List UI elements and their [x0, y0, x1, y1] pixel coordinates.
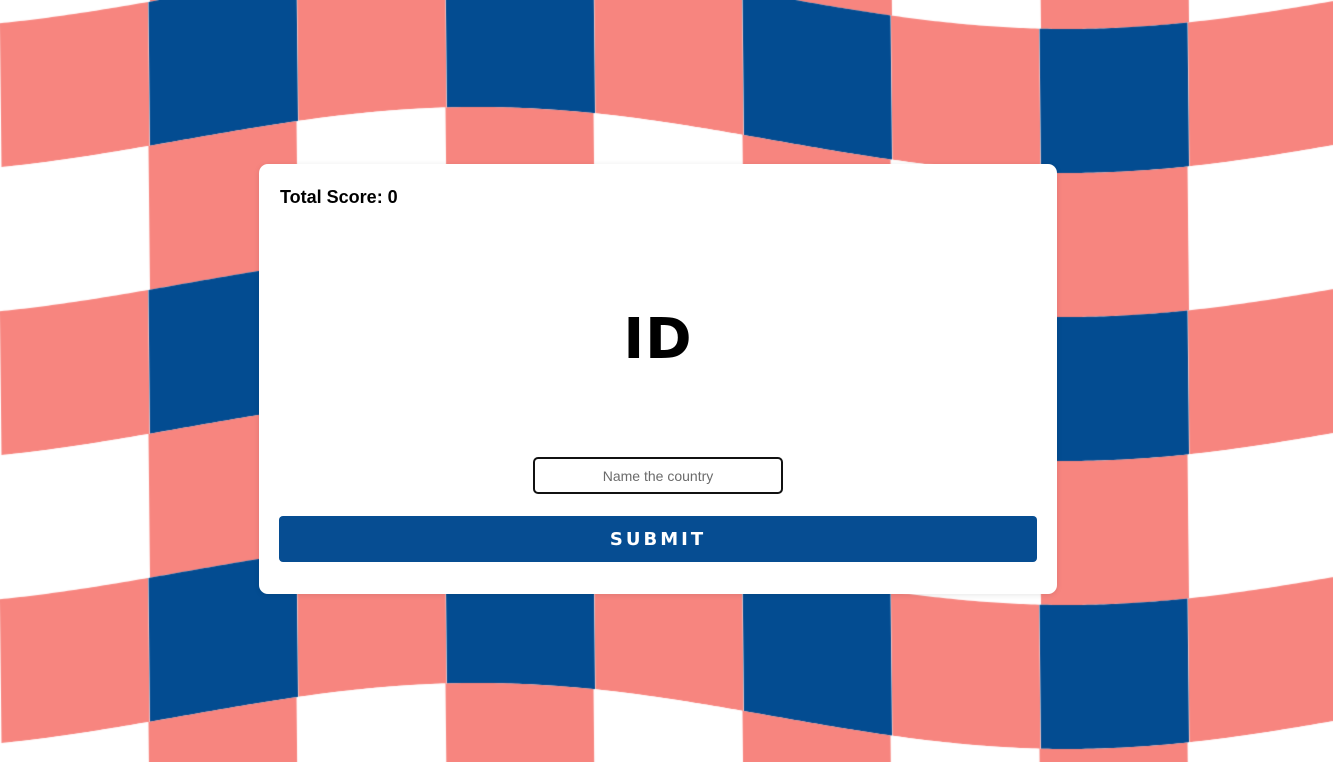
- quiz-card: Total Score: 0 ID SUBMIT: [259, 164, 1057, 594]
- submit-button[interactable]: SUBMIT: [279, 516, 1037, 562]
- country-name-input[interactable]: [533, 457, 783, 494]
- total-score: Total Score: 0: [280, 187, 398, 207]
- country-code: ID: [623, 307, 693, 372]
